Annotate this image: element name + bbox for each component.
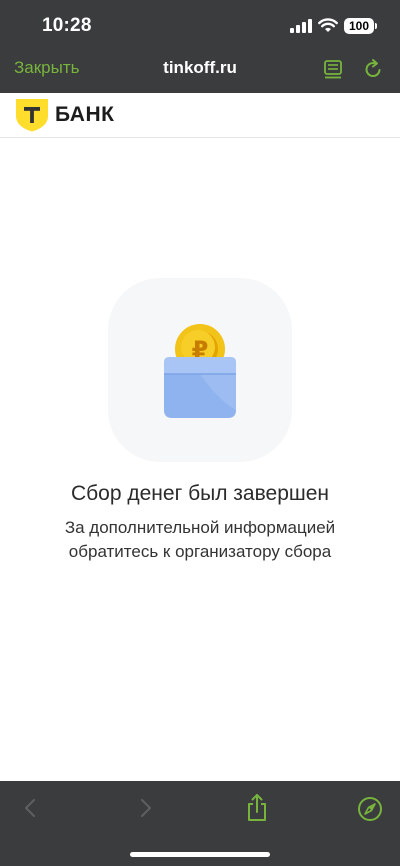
wifi-icon <box>318 18 338 32</box>
browser-top-chrome: 10:28 100 Закрыть tinkoff.ru <box>0 0 400 93</box>
status-bar: 10:28 100 <box>0 0 400 50</box>
status-time: 10:28 <box>42 15 92 36</box>
page-title: Сбор денег был завершен <box>70 482 329 505</box>
jar-coin-icon: ₽ <box>164 324 236 418</box>
reader-icon[interactable] <box>322 59 344 81</box>
home-indicator[interactable] <box>130 852 270 857</box>
bank-header: БАНК <box>0 93 400 138</box>
money-jar-illustration: ₽ <box>108 278 292 462</box>
subtitle-line-1: За дополнительной информацией <box>64 518 336 537</box>
chevron-left-icon[interactable] <box>20 797 42 819</box>
screen: 10:28 100 Закрыть tinkoff.ru БАНК ₽ Сбор… <box>0 0 400 866</box>
page-subtitle: За дополнительной информацией обратитесь… <box>30 516 370 564</box>
bank-name: БАНК <box>55 103 115 126</box>
cellular-signal-icon <box>290 19 312 33</box>
battery-indicator: 100 <box>344 18 374 34</box>
browser-navbar: Закрыть tinkoff.ru <box>0 50 400 93</box>
subtitle-line-2: обратитесь к организатору сбора <box>68 542 332 561</box>
compass-icon[interactable] <box>357 796 383 822</box>
battery-tip <box>375 23 377 29</box>
tbank-logo[interactable] <box>15 98 49 132</box>
reload-icon[interactable] <box>362 58 384 80</box>
share-icon[interactable] <box>244 793 270 823</box>
chevron-right-icon[interactable] <box>134 797 156 819</box>
